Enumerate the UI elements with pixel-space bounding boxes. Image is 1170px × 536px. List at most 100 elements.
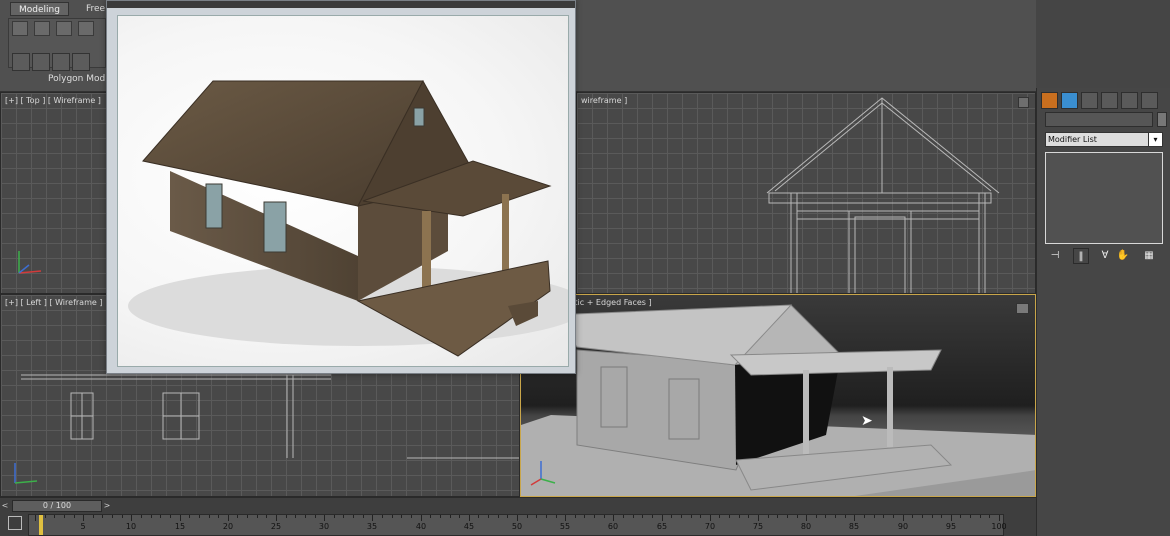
timeline-tick bbox=[816, 515, 817, 518]
timeline-tick bbox=[739, 515, 740, 518]
create-icon[interactable] bbox=[1041, 92, 1058, 109]
time-slider-bar: < 0 / 100 > 5 10 15 20 25 30 35 40 45 50 55 60 65 70 7… bbox=[0, 497, 1036, 536]
time-marker[interactable] bbox=[39, 515, 43, 535]
timeline-tick bbox=[421, 515, 422, 521]
mini-curve-editor-icon[interactable] bbox=[8, 516, 22, 530]
timeline-tick bbox=[372, 515, 373, 521]
timeline-tick bbox=[748, 515, 749, 518]
timeline-tick bbox=[286, 515, 287, 518]
timeline-tick bbox=[797, 515, 798, 518]
timeline-tick bbox=[218, 515, 219, 518]
object-name-field[interactable] bbox=[1045, 112, 1153, 127]
timeline-tick bbox=[411, 515, 412, 518]
time-prev-button[interactable]: < bbox=[0, 500, 10, 512]
hierarchy-icon[interactable] bbox=[1081, 92, 1098, 109]
timeline-tick bbox=[141, 515, 142, 518]
object-color-swatch[interactable] bbox=[1157, 112, 1167, 127]
timeline-tick bbox=[604, 515, 605, 518]
timeline-tick bbox=[507, 515, 508, 518]
motion-icon[interactable] bbox=[1101, 92, 1118, 109]
timeline-tick bbox=[951, 515, 952, 521]
show-end-result-icon[interactable]: ‖ bbox=[1073, 248, 1089, 264]
polygon-mode-icon[interactable] bbox=[72, 53, 90, 71]
timeline-ruler[interactable]: 5 10 15 20 25 30 35 40 45 50 55 60 65 70 75 80 85 90 95 100 bbox=[28, 514, 1007, 536]
timeline-tick bbox=[209, 515, 210, 518]
timeline-tick bbox=[102, 515, 103, 518]
configure-modifier-sets-icon[interactable]: ▦ bbox=[1141, 248, 1157, 264]
timeline-tick bbox=[363, 515, 364, 518]
timeline-tick bbox=[719, 515, 720, 518]
timeline-tick bbox=[199, 515, 200, 518]
render-window-titlebar[interactable] bbox=[107, 1, 575, 8]
timeline-frame-label: 40 bbox=[415, 522, 427, 531]
timeline-tick bbox=[189, 515, 190, 518]
timeline-tick bbox=[35, 515, 36, 521]
timeline-tick bbox=[700, 515, 701, 518]
timeline-frame-label: 80 bbox=[800, 522, 812, 531]
remove-modifier-icon[interactable]: ✋ bbox=[1115, 248, 1131, 264]
rect-select-icon[interactable] bbox=[78, 21, 94, 36]
timeline-frame-label: 15 bbox=[174, 522, 186, 531]
timeline-tick bbox=[652, 515, 653, 518]
timeline-tick bbox=[478, 515, 479, 518]
timeline-tick bbox=[662, 515, 663, 521]
time-next-button[interactable]: > bbox=[102, 500, 112, 512]
viewport-front-label[interactable]: wireframe ] bbox=[581, 96, 627, 105]
display-icon[interactable] bbox=[1121, 92, 1138, 109]
timeline-tick bbox=[295, 515, 296, 518]
timeline-tick bbox=[864, 515, 865, 518]
timeline-tick bbox=[536, 515, 537, 518]
timeline-tick bbox=[257, 515, 258, 518]
timeline-tick bbox=[440, 515, 441, 518]
timeline-tick bbox=[584, 515, 585, 518]
pin-stack-icon[interactable]: ⊣ bbox=[1047, 248, 1063, 264]
redo-tool-icon[interactable] bbox=[34, 21, 50, 36]
timeline-tick bbox=[324, 515, 325, 521]
viewcube-icon[interactable] bbox=[1018, 97, 1029, 108]
timeline-tick bbox=[989, 515, 990, 518]
utilities-icon[interactable] bbox=[1141, 92, 1158, 109]
timeline-tick bbox=[93, 515, 94, 518]
timeline-tick bbox=[613, 515, 614, 521]
timeline-tick bbox=[777, 515, 778, 518]
timeline-tick bbox=[170, 515, 171, 518]
timeline-tick bbox=[131, 515, 132, 521]
polygon-modeling-label: Polygon Modi bbox=[48, 74, 108, 84]
timeline-tick bbox=[835, 515, 836, 518]
undo-tool-icon[interactable] bbox=[12, 21, 28, 36]
timeline-tick bbox=[122, 515, 123, 518]
timeline-frame-label: 10 bbox=[125, 522, 137, 531]
timeline-frame-label: 85 bbox=[848, 522, 860, 531]
vertex-mode-icon[interactable] bbox=[12, 53, 30, 71]
timeline-tick bbox=[960, 515, 961, 518]
house-model-shaded[interactable] bbox=[521, 295, 1036, 497]
make-unique-icon[interactable]: ∀ bbox=[1097, 248, 1113, 264]
timeline-frame-label: 55 bbox=[559, 522, 571, 531]
timeline-tick bbox=[691, 515, 692, 518]
timeline-tick bbox=[430, 515, 431, 518]
timeline-tick bbox=[893, 515, 894, 518]
render-frame-window[interactable] bbox=[106, 0, 576, 374]
timeline-tick bbox=[180, 515, 181, 521]
house-wireframe-front bbox=[766, 97, 1000, 293]
chevron-down-icon[interactable]: ▾ bbox=[1148, 132, 1163, 147]
modifier-list-dropdown[interactable]: Modifier List bbox=[1045, 132, 1163, 147]
timeline-tick bbox=[681, 515, 682, 518]
modify-icon[interactable] bbox=[1061, 92, 1078, 109]
tab-modeling[interactable]: Modeling bbox=[10, 2, 69, 16]
select-tool-icon[interactable] bbox=[56, 21, 72, 36]
viewport-perspective[interactable]: ive ] [ Realistic + Edged Faces ] ➤ bbox=[520, 294, 1036, 497]
timeline-tick bbox=[825, 515, 826, 518]
edge-mode-icon[interactable] bbox=[32, 53, 50, 71]
timeline-tick bbox=[768, 515, 769, 518]
time-slider[interactable]: 0 / 100 bbox=[12, 500, 102, 512]
timeline-tick bbox=[160, 515, 161, 518]
timeline-tick bbox=[932, 515, 933, 518]
timeline-tick bbox=[112, 515, 113, 518]
modifier-stack[interactable] bbox=[1045, 152, 1163, 244]
viewport-top-label[interactable]: [+] [ Top ] [ Wireframe ] bbox=[5, 96, 101, 105]
viewport-front[interactable]: wireframe ] bbox=[576, 92, 1036, 294]
border-mode-icon[interactable] bbox=[52, 53, 70, 71]
timeline-tick bbox=[575, 515, 576, 518]
timeline-tick bbox=[266, 515, 267, 518]
